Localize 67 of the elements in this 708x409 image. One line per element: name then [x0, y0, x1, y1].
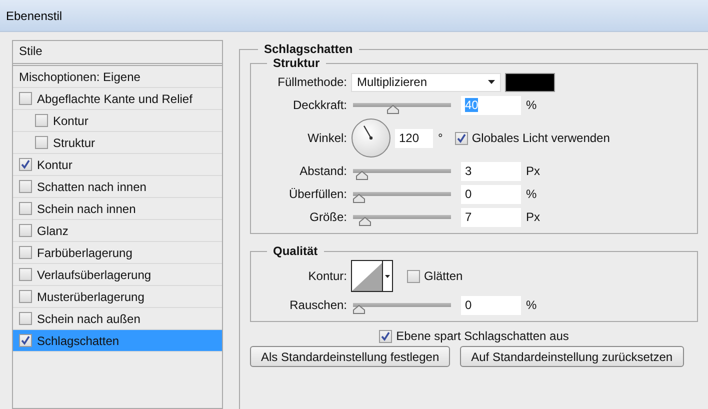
checkbox[interactable] — [19, 202, 32, 215]
checkbox[interactable] — [19, 334, 32, 347]
list-item[interactable]: Struktur — [13, 132, 222, 154]
list-item[interactable]: Kontur — [13, 110, 222, 132]
window-title: Ebenenstil — [6, 8, 62, 22]
caret-icon — [488, 80, 495, 84]
checkbox[interactable] — [19, 312, 32, 325]
unit-label: % — [526, 187, 537, 201]
slider-thumb[interactable] — [353, 305, 365, 314]
unit-label: % — [526, 298, 537, 312]
checkbox-label: Glätten — [424, 269, 463, 283]
color-swatch[interactable] — [505, 72, 555, 92]
slider-thumb[interactable] — [387, 105, 400, 114]
checkbox[interactable] — [19, 268, 32, 281]
checkbox[interactable] — [379, 330, 392, 342]
field-label: Winkel: — [306, 131, 347, 145]
list-item[interactable]: Verlaufsüberlagerung — [13, 264, 222, 286]
group-title: Qualität — [272, 244, 319, 258]
slider-thumb[interactable] — [353, 194, 365, 203]
field-label: Überfüllen: — [288, 187, 347, 201]
contour-picker[interactable] — [351, 260, 393, 292]
list-item[interactable]: Abgeflachte Kante und Relief — [13, 88, 222, 110]
input-field[interactable]: 7 — [461, 208, 521, 226]
input-field[interactable]: 0 — [461, 184, 521, 204]
field-label: Abstand: — [298, 164, 347, 178]
panel-header: Stile — [13, 41, 222, 66]
checkbox[interactable] — [454, 132, 468, 144]
field-label: Kontur: — [307, 269, 347, 283]
unit-label: Px — [526, 164, 540, 178]
section-title: Schlagschatten — [263, 42, 354, 56]
angle-dial[interactable] — [351, 118, 391, 158]
checkbox[interactable] — [19, 246, 32, 259]
checkbox-label: Globales Licht verwenden — [472, 131, 610, 145]
checkbox[interactable] — [35, 136, 48, 149]
list-item[interactable]: Kontur — [13, 154, 222, 176]
checkbox[interactable] — [19, 180, 32, 193]
field-label: Deckkraft: — [292, 98, 347, 112]
list-item[interactable]: Schein nach innen — [13, 198, 222, 220]
list-item[interactable]: Glanz — [13, 220, 222, 242]
list-item[interactable]: Mischoptionen: Eigene — [13, 66, 222, 88]
input-field[interactable]: 120 — [395, 128, 433, 148]
field-label: Füllmethode: — [276, 75, 347, 89]
checkbox[interactable] — [19, 224, 32, 237]
list-item[interactable]: Schatten nach innen — [13, 176, 222, 198]
unit-label: % — [526, 98, 537, 112]
field-label: Größe: — [308, 210, 347, 224]
unit-label: Px — [526, 210, 540, 224]
field-label: Rauschen: — [288, 298, 347, 312]
list-item[interactable]: Schlagschatten — [13, 330, 222, 352]
unit-label: ° — [438, 131, 443, 145]
caret-icon — [382, 261, 391, 291]
input-field[interactable]: 3 — [461, 162, 521, 180]
checkbox[interactable] — [19, 158, 32, 171]
checkbox[interactable] — [407, 270, 420, 282]
blend-mode-dropdown[interactable]: Multiplizieren — [351, 72, 501, 92]
button[interactable]: Als Standardeinstellung festlegen — [250, 346, 450, 367]
list-item[interactable]: Farbüberlagerung — [13, 242, 222, 264]
checkbox-label: Ebene spart Schlagschatten aus — [396, 329, 569, 343]
checkbox[interactable] — [35, 114, 48, 127]
slider-thumb[interactable] — [359, 217, 372, 226]
group-title: Struktur — [272, 56, 321, 70]
input-field[interactable]: 0 — [461, 296, 521, 314]
checkbox[interactable] — [19, 92, 32, 105]
list-item[interactable]: Musterüberlagerung — [13, 286, 222, 308]
slider-thumb[interactable] — [356, 171, 368, 180]
button[interactable]: Auf Standardeinstellung zurücksetzen — [460, 346, 684, 367]
checkbox[interactable] — [19, 290, 32, 303]
